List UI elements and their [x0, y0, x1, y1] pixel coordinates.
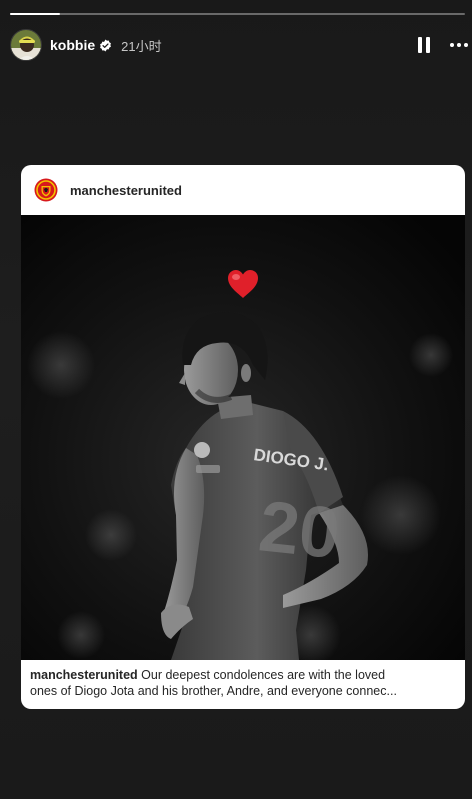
caption-username[interactable]: manchesterunited — [30, 668, 138, 682]
story-controls — [418, 37, 468, 53]
shared-post-card[interactable]: manchesterunited DIOGO J. 20 manchesteru… — [21, 165, 465, 709]
more-options-icon[interactable] — [450, 39, 468, 51]
red-heart-emoji-icon — [228, 270, 258, 298]
story-username[interactable]: kobbie — [50, 37, 95, 53]
story-progress-fill — [10, 13, 61, 15]
post-username[interactable]: manchesterunited — [70, 183, 182, 198]
caption-text-line-2: ones of Diogo Jota and his brother, Andr… — [30, 684, 397, 698]
post-header: manchesterunited — [21, 165, 465, 215]
caption-line-1: manchesterunited Our deepest condolences… — [30, 667, 456, 683]
story-timestamp: 21小时 — [121, 38, 162, 54]
story-header: kobbie 21小时 — [10, 28, 468, 62]
avatar[interactable] — [10, 29, 42, 61]
club-crest-avatar[interactable] — [33, 177, 59, 203]
verified-badge-icon — [100, 39, 112, 51]
caption-text-line-1: Our deepest condolences are with the lov… — [137, 668, 386, 682]
pause-icon[interactable] — [418, 37, 432, 53]
jersey-number-text: 20 — [255, 486, 343, 574]
post-caption: manchesterunited Our deepest condolences… — [21, 660, 465, 699]
post-image: DIOGO J. 20 — [21, 215, 465, 660]
story-progress-bar — [10, 13, 465, 15]
